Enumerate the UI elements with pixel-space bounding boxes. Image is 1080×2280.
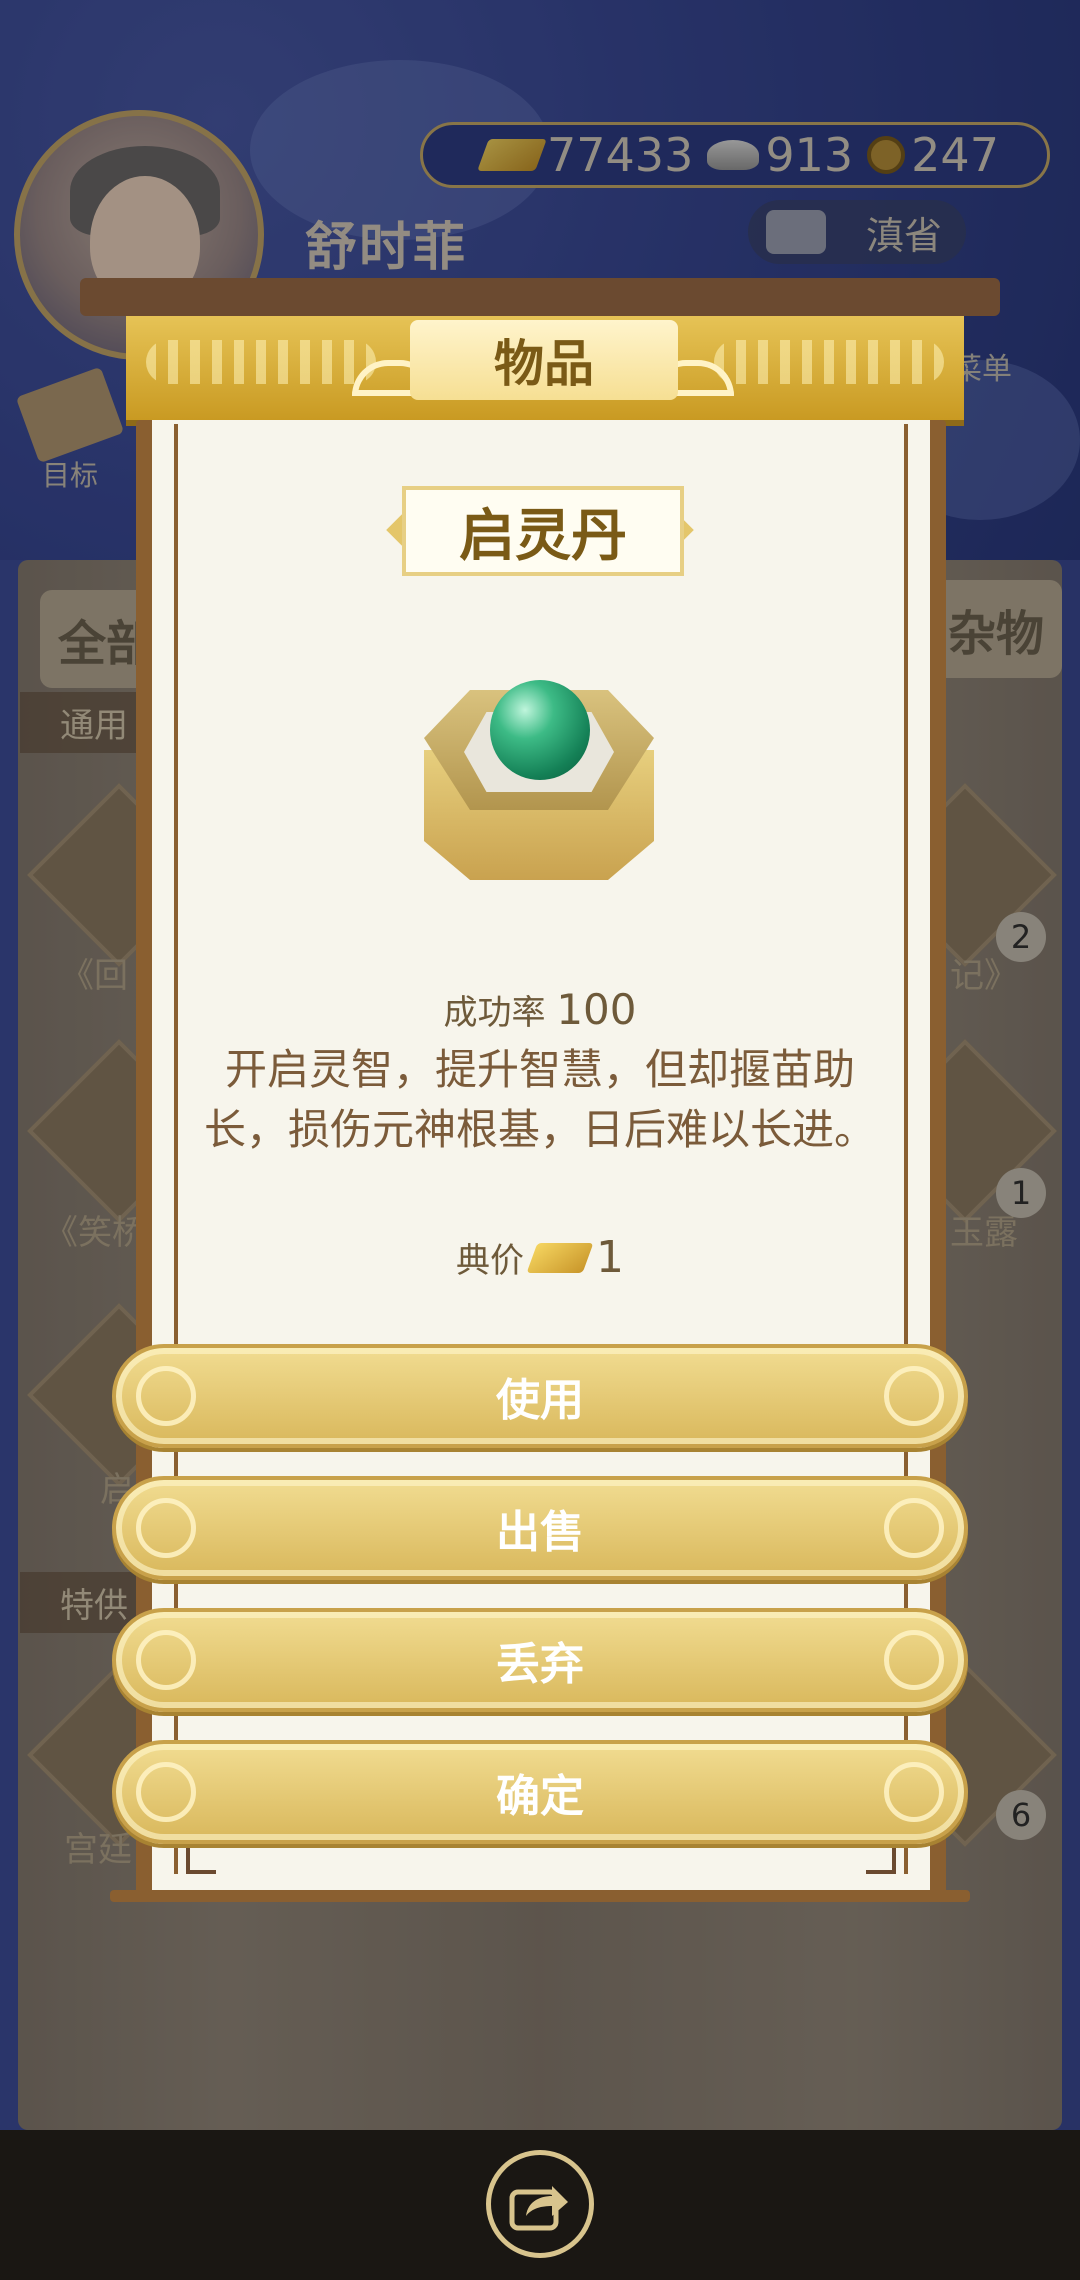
discard-button[interactable]: 丢弃 [112, 1608, 968, 1712]
item-price: 典价 1 [0, 1232, 1080, 1283]
gold-ingot-icon [526, 1242, 594, 1273]
sell-button-label: 出售 [496, 1507, 584, 1558]
price-label: 典价 [456, 1241, 524, 1281]
discard-button-label: 丢弃 [496, 1639, 584, 1690]
banner-ornament [146, 340, 376, 384]
modal-title: 物品 [410, 320, 678, 400]
swirl-ornament [136, 1762, 196, 1822]
share-icon [509, 2186, 568, 2231]
jade-pill-icon [490, 680, 590, 780]
share-button[interactable] [486, 2150, 594, 2258]
sell-button[interactable]: 出售 [112, 1476, 968, 1580]
success-value: 100 [556, 985, 637, 1034]
scroll-rod [80, 278, 1000, 316]
pill-box-image [424, 680, 654, 880]
confirm-button[interactable]: 确定 [112, 1740, 968, 1844]
item-description: 开启灵智，提升智慧，但却揠苗助长，损伤元神根基，日后难以长进。 [203, 1045, 876, 1154]
swirl-ornament [136, 1630, 196, 1690]
price-value: 1 [596, 1232, 624, 1283]
success-rate: 成功率 100 [0, 985, 1080, 1034]
swirl-ornament [136, 1366, 196, 1426]
confirm-button-label: 确定 [496, 1771, 584, 1822]
use-button[interactable]: 使用 [112, 1344, 968, 1448]
swirl-ornament [884, 1630, 944, 1690]
banner-ornament [714, 340, 944, 384]
swirl-ornament [136, 1498, 196, 1558]
swirl-ornament [884, 1366, 944, 1426]
scroll-rod [110, 1890, 970, 1902]
item-name: 启灵丹 [402, 486, 684, 576]
paper-corner [866, 1846, 896, 1874]
paper-corner [186, 1846, 216, 1874]
success-label: 成功率 [443, 993, 546, 1033]
swirl-ornament [884, 1762, 944, 1822]
use-button-label: 使用 [496, 1375, 584, 1426]
swirl-ornament [884, 1498, 944, 1558]
